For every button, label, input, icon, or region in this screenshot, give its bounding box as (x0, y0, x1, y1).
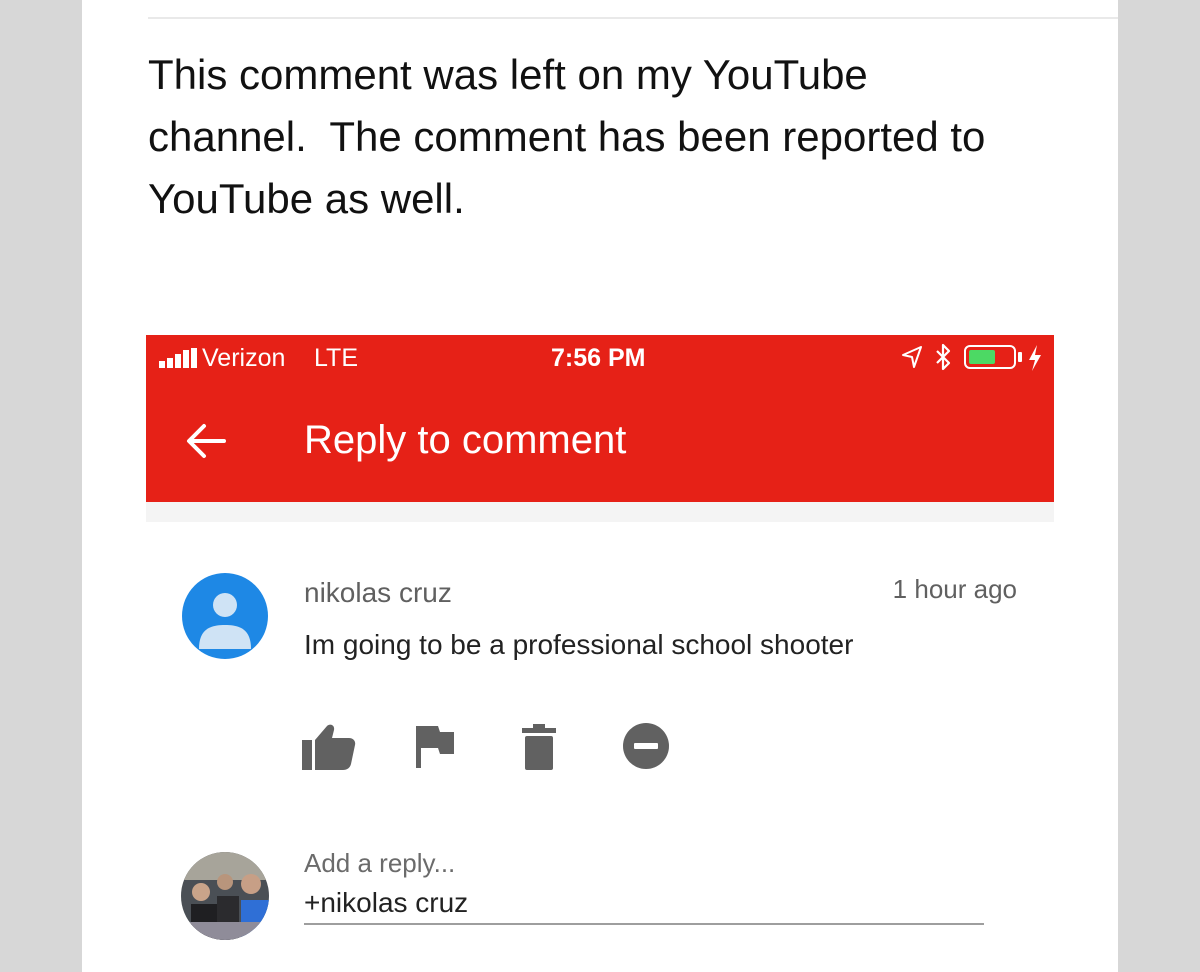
divider (148, 17, 1118, 19)
app-header: Verizon LTE 7:56 PM Reply to comment (146, 335, 1054, 502)
signal-icon (159, 348, 197, 368)
comment-text: Im going to be a professional school sho… (304, 629, 854, 660)
youtube-screenshot: Verizon LTE 7:56 PM Reply to comment nik… (146, 335, 1054, 972)
reply-input[interactable] (304, 883, 984, 925)
reply-placeholder: Add a reply... (304, 848, 456, 878)
status-time: 7:56 PM (551, 344, 646, 372)
trash-icon[interactable] (522, 722, 556, 770)
comment-author[interactable]: nikolas cruz (304, 576, 452, 610)
post-text: This comment was left on my YouTube chan… (148, 51, 986, 222)
user-avatar[interactable] (181, 852, 269, 940)
flag-icon[interactable] (414, 722, 456, 770)
block-icon[interactable] (622, 722, 670, 770)
bluetooth-icon (936, 343, 951, 371)
page-title: Reply to comment (304, 418, 627, 462)
location-arrow-icon (902, 346, 922, 368)
battery-icon (964, 345, 1022, 369)
comment-timestamp: 1 hour ago (892, 574, 1017, 604)
comment-card: nikolas cruz 1 hour ago Im going to be a… (146, 522, 1054, 972)
thumbs-up-icon[interactable] (302, 722, 356, 770)
back-arrow-icon[interactable] (184, 419, 228, 463)
status-carrier: Verizon (202, 344, 286, 372)
default-avatar-icon[interactable] (181, 572, 269, 660)
status-network: LTE (314, 344, 358, 372)
charging-bolt-icon (1029, 345, 1041, 371)
